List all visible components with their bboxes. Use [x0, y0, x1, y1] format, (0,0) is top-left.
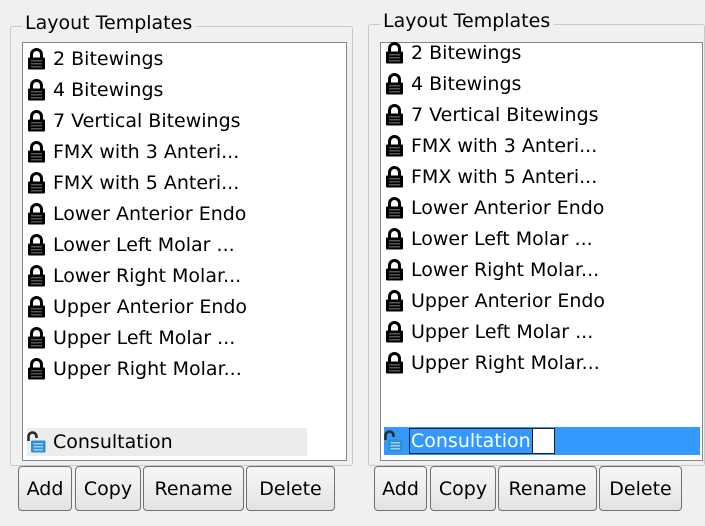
item-label: 2 Bitewings	[53, 48, 164, 70]
item-label: Upper Right Molar...	[411, 352, 600, 374]
list-item[interactable]: FMX with 3 Anteri...	[385, 132, 598, 160]
templates-list[interactable]: 2 Bitewings 4 Bitewings 7 Vertical Bitew…	[380, 42, 703, 461]
padlock-closed-icon	[27, 234, 46, 256]
list-item[interactable]: FMX with 5 Anteri...	[385, 163, 598, 191]
padlock-closed-icon	[27, 141, 46, 163]
templates-list[interactable]: 2 Bitewings 4 Bitewings 7 Vertical Bitew…	[22, 42, 347, 461]
padlock-closed-icon	[27, 110, 46, 132]
item-label: Consultation	[53, 431, 173, 453]
list-item[interactable]: Upper Right Molar...	[27, 355, 243, 383]
item-label: Upper Left Molar ...	[53, 327, 236, 349]
item-label: Lower Left Molar ...	[411, 228, 593, 250]
item-label: Lower Anterior Endo	[53, 203, 247, 225]
item-label: Upper Anterior Endo	[411, 290, 606, 312]
list-item[interactable]: Lower Right Molar...	[385, 256, 600, 284]
list-item-selected[interactable]: Consultation	[27, 428, 307, 456]
padlock-closed-icon	[27, 358, 46, 380]
rename-textbox[interactable]: Consultation	[409, 428, 555, 454]
item-label: 4 Bitewings	[411, 73, 522, 95]
list-item[interactable]: 4 Bitewings	[27, 76, 164, 104]
rename-text-selected: Consultation	[409, 428, 533, 454]
padlock-closed-icon	[385, 228, 404, 250]
padlock-closed-icon	[385, 197, 404, 219]
padlock-closed-icon	[385, 135, 404, 157]
item-label: FMX with 3 Anteri...	[53, 141, 240, 163]
item-label: Lower Right Molar...	[411, 259, 600, 281]
list-item[interactable]: Lower Left Molar ...	[385, 225, 594, 253]
padlock-closed-icon	[27, 265, 46, 287]
padlock-open-icon	[384, 430, 403, 452]
list-item[interactable]: Lower Left Molar ...	[27, 231, 236, 259]
list-item[interactable]: Upper Anterior Endo	[27, 293, 248, 321]
list-item[interactable]: 2 Bitewings	[27, 45, 164, 73]
item-label: 7 Vertical Bitewings	[53, 110, 241, 132]
item-label: FMX with 5 Anteri...	[53, 172, 240, 194]
delete-button[interactable]: Delete	[246, 466, 335, 511]
padlock-closed-icon	[385, 259, 404, 281]
padlock-closed-icon	[27, 79, 46, 101]
item-label: Upper Anterior Endo	[53, 296, 248, 318]
padlock-closed-icon	[27, 327, 46, 349]
padlock-closed-icon	[385, 352, 404, 374]
rename-textbox-padding	[532, 428, 555, 454]
list-item[interactable]: FMX with 3 Anteri...	[27, 138, 240, 166]
padlock-closed-icon	[385, 166, 404, 188]
padlock-closed-icon	[385, 104, 404, 126]
list-item[interactable]: Upper Right Molar...	[385, 349, 601, 377]
add-button[interactable]: Add	[18, 466, 72, 511]
padlock-closed-icon	[385, 42, 404, 64]
copy-button[interactable]: Copy	[430, 466, 496, 511]
list-item[interactable]: Upper Anterior Endo	[385, 287, 606, 315]
list-item[interactable]: 7 Vertical Bitewings	[27, 107, 242, 135]
item-label: Upper Right Molar...	[53, 358, 242, 380]
item-label: FMX with 3 Anteri...	[411, 135, 598, 157]
item-label: 2 Bitewings	[411, 42, 522, 64]
item-label: 7 Vertical Bitewings	[411, 104, 599, 126]
list-item[interactable]: Lower Right Molar...	[27, 262, 242, 290]
list-item[interactable]: Upper Left Molar ...	[385, 318, 594, 346]
padlock-closed-icon	[27, 172, 46, 194]
item-label: Lower Anterior Endo	[411, 197, 605, 219]
list-item[interactable]: 2 Bitewings	[385, 39, 522, 67]
list-item[interactable]: FMX with 5 Anteri...	[27, 169, 240, 197]
padlock-closed-icon	[27, 296, 46, 318]
rename-button[interactable]: Rename	[498, 466, 597, 511]
group-title: Layout Templates	[22, 12, 197, 34]
padlock-closed-icon	[385, 290, 404, 312]
list-item[interactable]: Lower Anterior Endo	[385, 194, 605, 222]
delete-button[interactable]: Delete	[599, 466, 682, 511]
padlock-closed-icon	[385, 321, 404, 343]
item-label: Upper Left Molar ...	[411, 321, 594, 343]
rename-button[interactable]: Rename	[143, 466, 244, 511]
copy-button[interactable]: Copy	[75, 466, 141, 511]
item-label: 4 Bitewings	[53, 79, 164, 101]
padlock-open-icon	[27, 431, 46, 453]
padlock-closed-icon	[385, 73, 404, 95]
list-item[interactable]: 4 Bitewings	[385, 70, 522, 98]
item-label: FMX with 5 Anteri...	[411, 166, 598, 188]
item-label: Lower Left Molar ...	[53, 234, 235, 256]
group-title: Layout Templates	[380, 10, 555, 32]
add-button[interactable]: Add	[374, 466, 427, 511]
item-label: Lower Right Molar...	[53, 265, 242, 287]
padlock-closed-icon	[27, 203, 46, 225]
list-item[interactable]: Upper Left Molar ...	[27, 324, 236, 352]
list-item[interactable]: 7 Vertical Bitewings	[385, 101, 600, 129]
list-item-editing[interactable]: Consultation	[384, 427, 700, 455]
list-item[interactable]: Lower Anterior Endo	[27, 200, 247, 228]
padlock-closed-icon	[27, 48, 46, 70]
